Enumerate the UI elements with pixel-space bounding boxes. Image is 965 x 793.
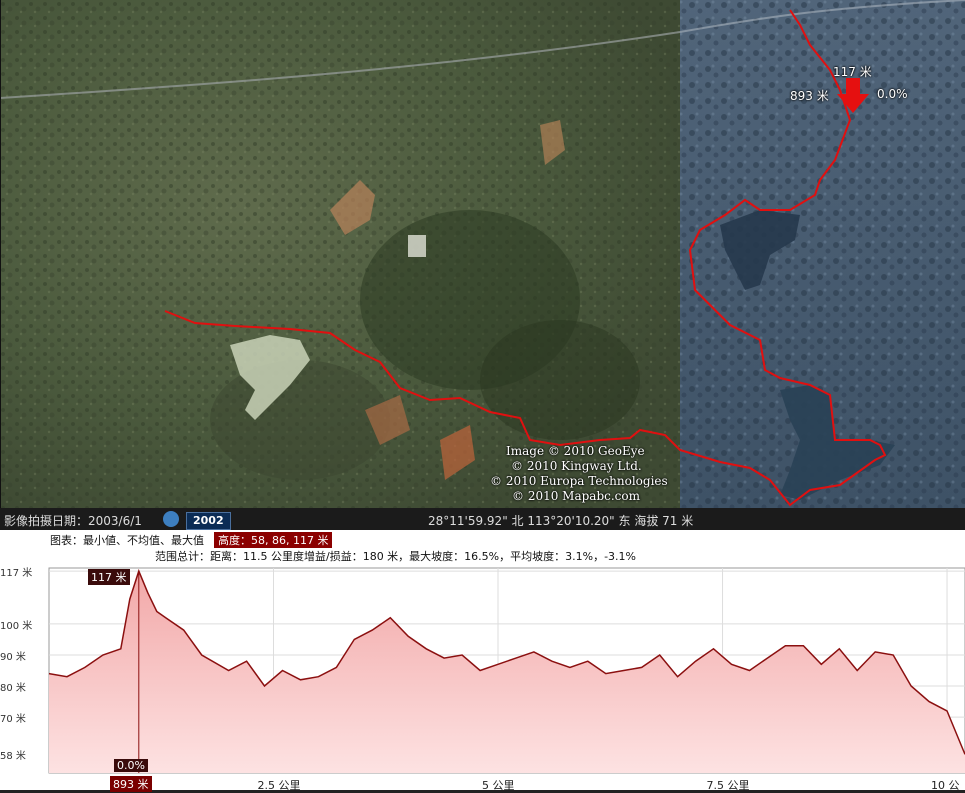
- cursor-slope-label: 0.0%: [114, 759, 148, 772]
- status-bar: 影像拍摄日期：2003/6/1 2002 28°11'59.92" 北 113°…: [0, 508, 965, 530]
- y-tick-label: 117 米: [0, 568, 33, 580]
- elevation-profile-panel[interactable]: 图表：最小値、不均值、最大值 高度：58, 86, 117 米 范围总计：距离：…: [0, 530, 965, 792]
- map-marker-slope: 0.0%: [877, 87, 908, 101]
- x-tick-label: 10 公: [931, 779, 960, 792]
- map-credit: © 2010 Kingway Ltd.: [511, 459, 642, 473]
- forest-patch: [480, 320, 640, 440]
- y-tick-label: 70 米: [0, 714, 26, 726]
- y-tick-label: 90 米: [0, 651, 26, 663]
- forest-patch: [210, 360, 390, 480]
- map-imagery[interactable]: [0, 0, 965, 508]
- historical-imagery-clock-icon[interactable]: [163, 511, 179, 527]
- x-tick-label: 5 公里: [482, 779, 515, 792]
- imagery-year-badge[interactable]: 2002: [186, 512, 231, 530]
- x-tick-label: 2.5 公里: [257, 779, 301, 792]
- cursor-elevation-label: 117 米: [88, 569, 130, 585]
- y-tick-label: 58 米: [0, 751, 26, 763]
- map-credit: © 2010 Mapabc.com: [512, 489, 640, 503]
- elevation-chart[interactable]: [0, 530, 965, 790]
- satellite-map[interactable]: 117 米 893 米 0.0% Image © 2010 GeoEye © 2…: [0, 0, 965, 508]
- x-tick-label: 7.5 公里: [706, 779, 750, 792]
- bare-land: [408, 235, 426, 257]
- pointer-coordinates: 28°11'59.92" 北 113°20'10.20" 东 海拔 71 米: [428, 514, 694, 528]
- map-marker-elevation: 117 米: [833, 65, 872, 79]
- map-credit: © 2010 Europa Technologies: [490, 474, 668, 488]
- map-credit: Image © 2010 GeoEye: [506, 444, 645, 458]
- imagery-date: 影像拍摄日期：2003/6/1: [4, 514, 142, 528]
- map-marker-distance: 893 米: [790, 89, 829, 103]
- y-tick-label: 100 米: [0, 620, 33, 632]
- y-tick-label: 80 米: [0, 683, 26, 695]
